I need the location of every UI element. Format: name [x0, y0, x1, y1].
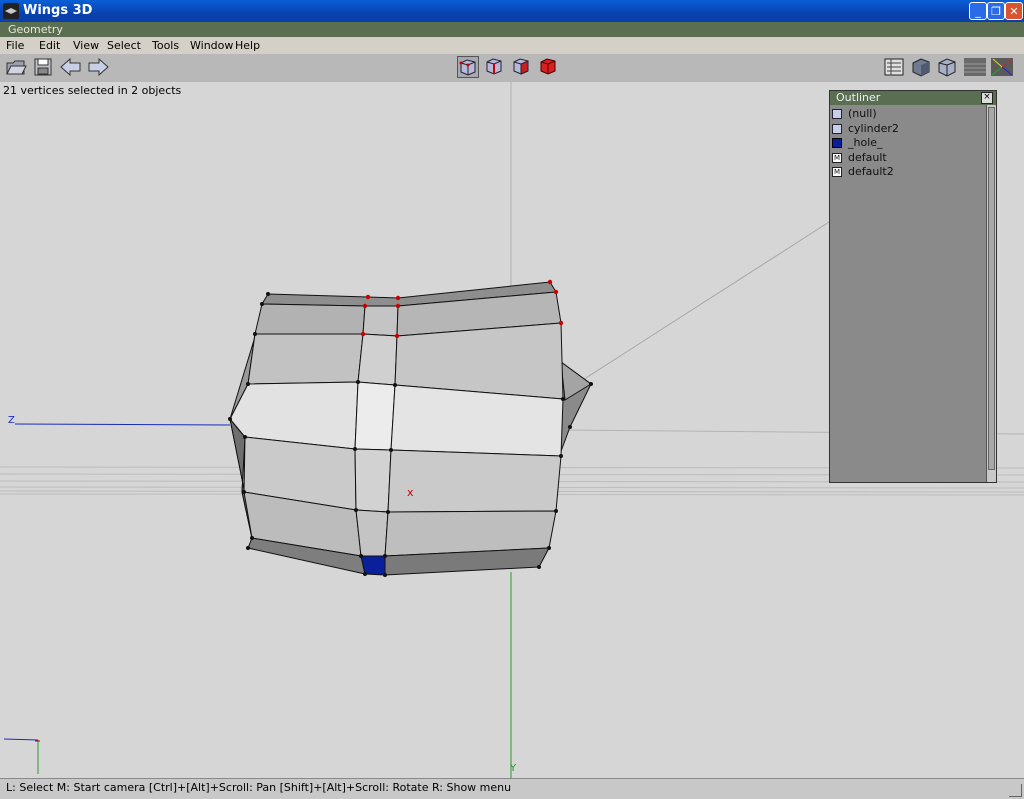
smooth-shade-icon[interactable] [910, 56, 932, 78]
geometry-window-title: Geometry [8, 23, 63, 36]
outliner-item-default[interactable]: M default [830, 151, 996, 166]
outliner-item-label: cylinder2 [848, 121, 899, 135]
outliner-item-cylinder2[interactable]: cylinder2 [830, 122, 996, 137]
outliner-header[interactable]: Outliner × [830, 91, 996, 105]
toolbar [0, 54, 1024, 83]
menu-tools[interactable]: Tools [152, 39, 179, 52]
restore-button[interactable]: ❐ [987, 2, 1005, 20]
z-axis-label: Z [8, 415, 15, 426]
open-icon[interactable] [5, 56, 27, 78]
outliner-item-null[interactable]: (null) [830, 107, 996, 122]
redo-icon[interactable] [86, 56, 109, 78]
y-axis-label: Y [510, 763, 517, 774]
flat-shade-icon[interactable] [936, 56, 958, 78]
outliner-item-label: (null) [848, 107, 877, 120]
object-cube-icon [832, 109, 842, 119]
outliner-item-label: default2 [848, 165, 894, 178]
axes-icon[interactable] [990, 56, 1013, 78]
outliner-panel: Outliner × (null) cylinder2 _hole_ M def… [829, 90, 997, 483]
outliner-item-label: default [848, 150, 887, 164]
outliner-item-label: _hole_ [848, 136, 883, 149]
menu-view[interactable]: View [73, 39, 99, 52]
hole-material-icon [832, 138, 842, 148]
outliner-close-icon[interactable]: × [981, 92, 993, 104]
outliner-title: Outliner [836, 91, 881, 104]
outliner-scrollbar[interactable] [986, 105, 996, 482]
status-bar: L: Select M: Start camera [Ctrl]+[Alt]+S… [0, 778, 1024, 799]
outliner-scroll-thumb[interactable] [988, 107, 995, 470]
edge-mode-icon[interactable] [484, 56, 506, 78]
minimize-button[interactable]: _ [969, 2, 987, 20]
origin-marker: x [407, 486, 414, 499]
vertex-mode-icon[interactable] [457, 56, 479, 78]
save-icon[interactable] [32, 56, 54, 78]
close-button[interactable]: ✕ [1005, 2, 1023, 20]
wings-logo-icon [3, 3, 19, 19]
menu-window[interactable]: Window [190, 39, 233, 52]
menu-file[interactable]: File [6, 39, 24, 52]
material-icon: M [832, 152, 842, 163]
ground-grid-icon[interactable] [963, 56, 986, 78]
window-title: Wings 3D [23, 3, 93, 18]
body-mode-icon[interactable] [538, 56, 560, 78]
material-icon: M [832, 167, 842, 177]
menu-help[interactable]: Help [235, 39, 260, 52]
selection-info: 21 vertices selected in 2 objects [3, 84, 182, 97]
outliner-item-default2[interactable]: M default2 [830, 165, 996, 180]
undo-icon[interactable] [59, 56, 81, 78]
menu-select[interactable]: Select [107, 39, 141, 52]
resize-grip-icon[interactable] [1009, 784, 1022, 797]
title-bar: Wings 3D _ ❐ ✕ [0, 0, 1024, 22]
object-cube-icon [832, 123, 842, 134]
geometry-window-bar: Geometry [0, 22, 1024, 37]
menu-edit[interactable]: Edit [39, 39, 60, 52]
outliner-item-hole[interactable]: _hole_ [830, 136, 996, 151]
menu-bar: File Edit View Select Tools Window Help [0, 37, 1024, 55]
workmode-icon[interactable] [883, 56, 905, 78]
mouse-hints: L: Select M: Start camera [Ctrl]+[Alt]+S… [6, 781, 512, 794]
face-mode-icon[interactable] [511, 56, 533, 78]
